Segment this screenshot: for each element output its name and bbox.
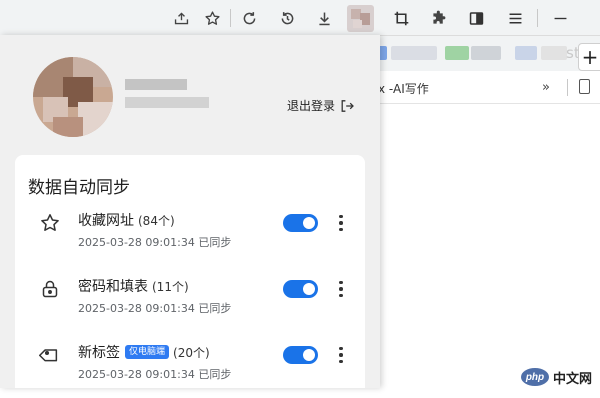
avatar	[33, 57, 113, 137]
more-options-icon[interactable]	[333, 344, 349, 366]
blurred-tab[interactable]	[391, 46, 437, 60]
more-options-icon[interactable]	[333, 212, 349, 234]
sync-item-time: 2025-03-28 09:01:34 已同步	[78, 302, 232, 315]
sidebar-icon[interactable]	[465, 7, 487, 29]
sync-card: 数据自动同步 收藏网址 (84个) 2025-03-28 09:01:34 已同步…	[15, 155, 365, 388]
bookmarks-overflow-button[interactable]: »	[542, 80, 550, 95]
sync-item-name: 密码和填表 (11个)	[78, 276, 189, 296]
site-watermark: php 中文网	[521, 366, 600, 388]
extensions-icon[interactable]	[427, 7, 449, 29]
sync-item-name: 新标签 仅电脑端 (20个)	[78, 342, 210, 362]
toolbar-divider	[230, 9, 231, 27]
sync-title: 数据自动同步	[28, 178, 130, 198]
sync-item-label: 密码和填表	[78, 279, 148, 295]
lock-icon	[39, 278, 61, 300]
bookmarks-folder-icon[interactable]	[579, 79, 590, 94]
sync-item-label: 收藏网址	[78, 213, 134, 229]
username-redacted	[125, 79, 187, 90]
logout-label: 退出登录	[287, 99, 336, 113]
sync-item-bookmarks: 收藏网址 (84个) 2025-03-28 09:01:34 已同步	[15, 206, 365, 266]
profile-sync-panel: 退出登录 数据自动同步 收藏网址 (84个) 2025-03-28 09:01:3…	[0, 35, 380, 388]
sync-item-label: 新标签	[78, 345, 120, 361]
logout-icon	[341, 99, 354, 112]
sync-item-time: 2025-03-28 09:01:34 已同步	[78, 236, 232, 249]
sync-item-time: 2025-03-28 09:01:34 已同步	[78, 368, 232, 381]
toolbar-divider	[537, 9, 538, 27]
share-icon[interactable]	[170, 7, 192, 29]
minimize-icon[interactable]	[549, 7, 571, 29]
more-options-icon[interactable]	[333, 278, 349, 300]
sync-toggle[interactable]	[283, 346, 318, 364]
browser-toolbar	[0, 0, 600, 36]
tag-icon	[38, 344, 61, 366]
sync-item-count: (11个)	[152, 279, 189, 294]
sync-item-name: 收藏网址 (84个)	[78, 210, 175, 230]
logout-button[interactable]: 退出登录	[287, 97, 355, 114]
sync-item-passwords: 密码和填表 (11个) 2025-03-28 09:01:34 已同步	[15, 272, 365, 332]
star-icon[interactable]	[201, 7, 223, 29]
watermark-text: 中文网	[553, 371, 593, 387]
blurred-tab[interactable]	[541, 46, 567, 60]
desktop-only-badge: 仅电脑端	[125, 345, 170, 359]
profile-avatar-button[interactable]	[347, 5, 374, 32]
sync-toggle[interactable]	[283, 214, 318, 232]
menu-icon[interactable]	[504, 7, 526, 29]
bookmark-item[interactable]: x -AI写作	[378, 80, 429, 97]
bookmarks-divider	[567, 79, 568, 96]
sync-item-count: (84个)	[138, 213, 175, 228]
star-icon	[39, 212, 61, 234]
watermark-logo: php	[521, 368, 549, 386]
crop-icon[interactable]	[390, 7, 412, 29]
new-tab-button[interactable]: +	[578, 43, 600, 71]
account-id-redacted	[125, 97, 209, 108]
sync-item-new-tab: 新标签 仅电脑端 (20个) 2025-03-28 09:01:34 已同步	[15, 338, 365, 398]
history-icon[interactable]	[276, 7, 298, 29]
download-icon[interactable]	[313, 7, 335, 29]
tab-strip	[365, 35, 600, 71]
reload-icon[interactable]	[238, 7, 260, 29]
blurred-tab[interactable]	[445, 46, 469, 60]
sync-toggle[interactable]	[283, 280, 318, 298]
blurred-tab[interactable]	[471, 46, 501, 60]
sync-item-count: (20个)	[173, 345, 210, 360]
blurred-tab[interactable]	[515, 46, 537, 60]
